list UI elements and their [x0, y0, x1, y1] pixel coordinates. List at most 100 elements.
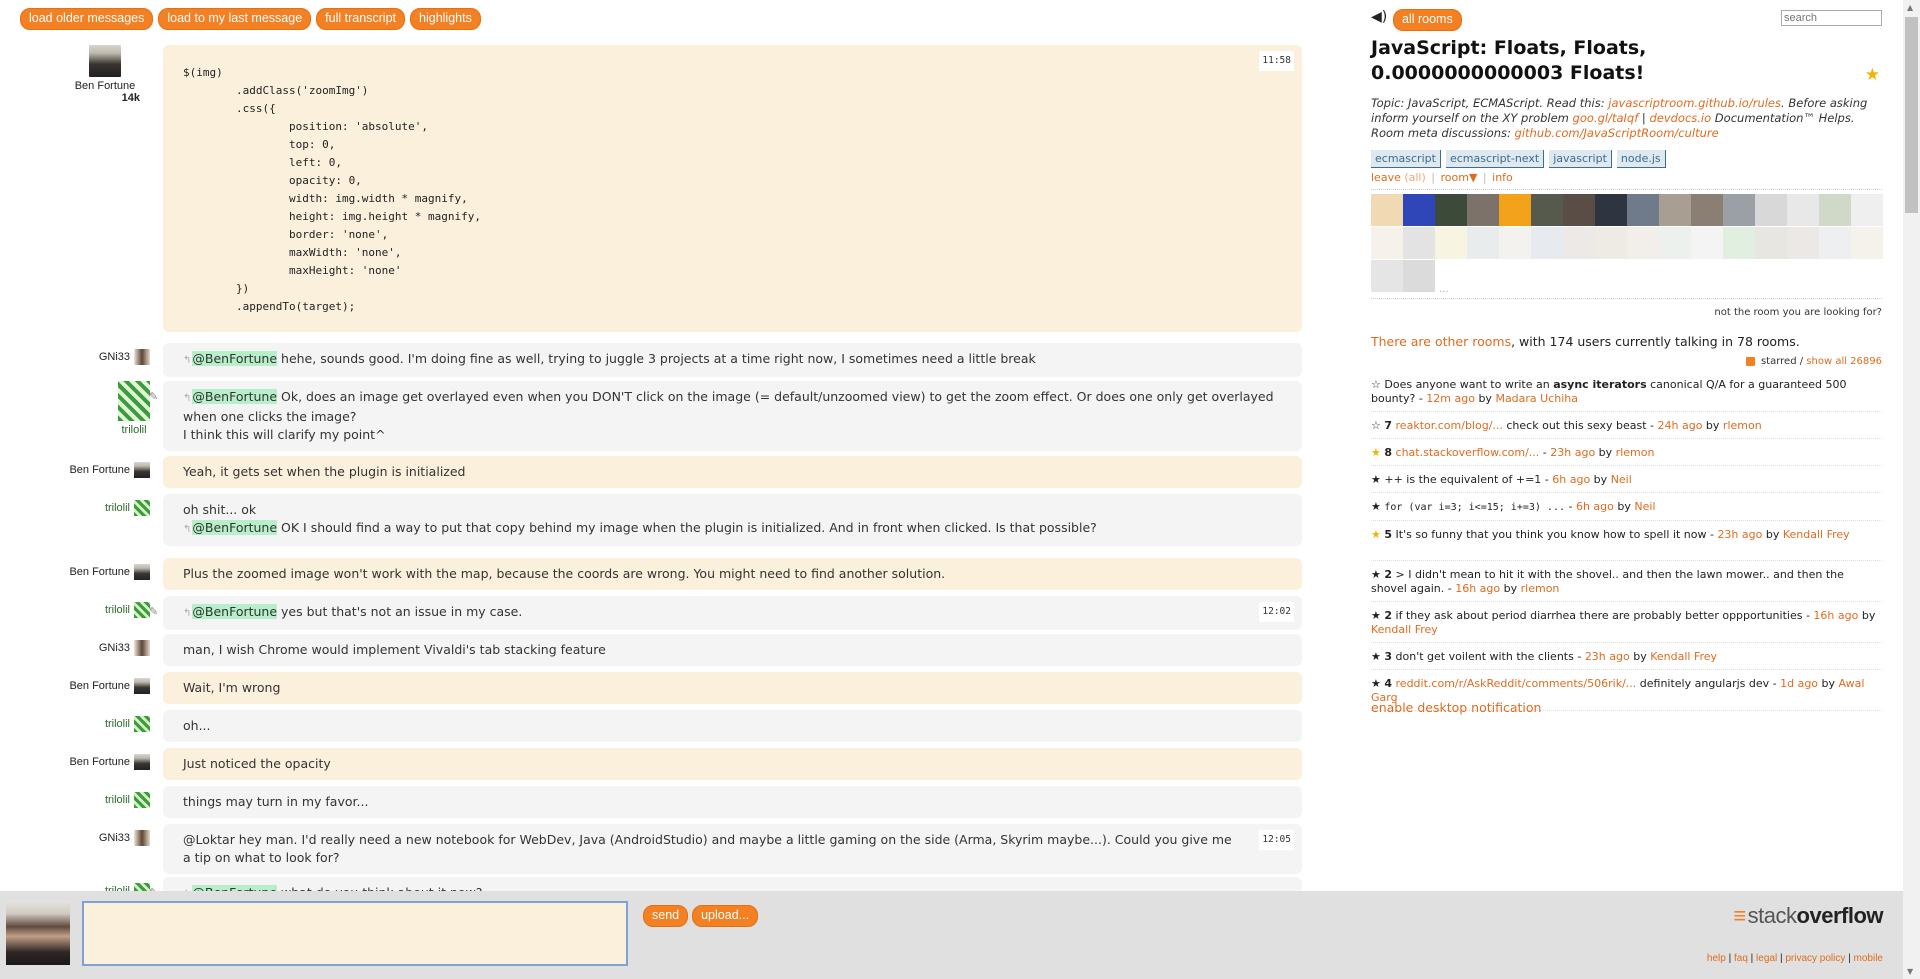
user-signature[interactable]: GNi33 [99, 640, 150, 656]
starred-time-link[interactable]: 1d ago [1780, 677, 1818, 690]
my-avatar[interactable] [6, 901, 70, 965]
room-user-avatar[interactable] [1531, 194, 1563, 226]
user-name[interactable]: trilolil [105, 794, 130, 806]
room-user-avatar[interactable] [1787, 194, 1819, 226]
starred-user-link[interactable]: Kendall Frey [1650, 650, 1717, 663]
starred-time-link[interactable]: 12m ago [1426, 392, 1475, 405]
user-avatar[interactable] [118, 381, 150, 421]
starred-time-link[interactable]: 6h ago [1576, 500, 1614, 513]
star-icon[interactable]: ★ [1371, 528, 1381, 541]
user-name[interactable]: trilolil [105, 718, 130, 730]
user-name[interactable]: Ben Fortune [69, 680, 130, 692]
legal-link[interactable]: legal [1756, 953, 1777, 964]
highlights-button[interactable]: highlights [410, 8, 481, 30]
user-signature[interactable]: trilolil [105, 792, 150, 808]
starred-link[interactable]: chat.stackoverflow.com/... [1396, 446, 1540, 459]
room-user-avatar[interactable] [1723, 227, 1755, 259]
user-avatar[interactable] [134, 754, 150, 770]
send-button[interactable]: send [643, 905, 689, 927]
starred-user-link[interactable]: rlemon [1723, 419, 1762, 432]
starred-user-link[interactable]: Neil [1634, 500, 1655, 513]
starred-time-link[interactable]: 23h ago [1550, 446, 1595, 459]
scroll-down-arrow-icon[interactable]: ▼ [1907, 967, 1913, 976]
room-user-avatar[interactable] [1627, 194, 1659, 226]
show-all-starred-link[interactable]: show all 26896 [1806, 356, 1882, 367]
stackoverflow-logo[interactable]: ≡stackoverflow [1733, 903, 1883, 929]
user-name[interactable]: trilolil [105, 502, 130, 514]
user-avatar[interactable] [134, 883, 150, 891]
star-icon[interactable]: ★ [1371, 650, 1381, 663]
starred-time-link[interactable]: 6h ago [1552, 473, 1590, 486]
user-name[interactable]: Ben Fortune [75, 80, 136, 92]
user-signature[interactable]: trilolil [105, 500, 150, 516]
starred-link[interactable]: reaktor.com/blog/... [1396, 419, 1503, 432]
topic-link-rules[interactable]: javascriptroom.github.io/rules [1608, 96, 1781, 110]
star-icon[interactable]: ☆ [1371, 378, 1381, 391]
help-link[interactable]: help [1707, 953, 1726, 964]
tag-javascript[interactable]: javascript [1549, 150, 1612, 168]
room-user-avatar[interactable] [1403, 227, 1435, 259]
edited-pencil-icon[interactable]: ✎ [149, 884, 158, 891]
user-avatar[interactable] [134, 792, 150, 808]
starred-time-link[interactable]: 16h ago [1455, 582, 1500, 595]
message-time[interactable]: 12:05 [1259, 830, 1294, 850]
user-signature[interactable]: trilolil [105, 716, 150, 732]
message-time[interactable]: 11:58 [1259, 51, 1294, 71]
star-icon[interactable]: ★ [1371, 568, 1381, 581]
user-name[interactable]: Ben Fortune [69, 464, 130, 476]
room-user-avatar[interactable] [1595, 227, 1627, 259]
room-user-avatar[interactable] [1851, 194, 1883, 226]
room-user-avatar[interactable] [1371, 227, 1403, 259]
star-icon[interactable]: ★ [1371, 473, 1381, 486]
starred-message[interactable]: ★ 3 don't get voilent with the clients -… [1371, 648, 1882, 670]
starred-user-link[interactable]: Neil [1611, 473, 1632, 486]
load-to-last-message-button[interactable]: load to my last message [158, 8, 312, 30]
starred-user-link[interactable]: Kendall Frey [1783, 528, 1850, 541]
user-avatar[interactable] [134, 349, 150, 365]
user-avatar[interactable] [134, 640, 150, 656]
upload-button[interactable]: upload... [692, 905, 759, 927]
room-user-avatar[interactable] [1691, 227, 1723, 259]
user-signature[interactable]: trilolil [105, 602, 150, 618]
user-signature[interactable]: trilolil [118, 381, 150, 436]
room-user-avatar[interactable] [1723, 194, 1755, 226]
room-user-avatar[interactable] [1659, 227, 1691, 259]
search-input[interactable] [1781, 10, 1882, 26]
room-user-avatar[interactable] [1563, 194, 1595, 226]
user-avatar[interactable] [89, 45, 121, 77]
user-avatar[interactable] [134, 602, 150, 618]
room-user-avatar[interactable] [1851, 227, 1883, 259]
room-user-avatar[interactable] [1435, 227, 1467, 259]
info-link[interactable]: info [1492, 171, 1513, 184]
message-time[interactable]: 12:02 [1259, 602, 1294, 622]
starred-link[interactable]: reddit.com/r/AskReddit/comments/506rik/.… [1396, 677, 1637, 690]
edited-pencil-icon[interactable]: ✎ [149, 603, 158, 621]
enable-desktop-notification-link[interactable]: enable desktop notification [1371, 700, 1541, 715]
room-user-avatar[interactable] [1403, 260, 1435, 292]
load-older-messages-button[interactable]: load older messages [20, 8, 154, 30]
all-rooms-button[interactable]: all rooms [1393, 9, 1462, 31]
room-user-avatar[interactable] [1371, 260, 1403, 292]
mention[interactable]: @BenFortune [192, 389, 278, 404]
more-users-link[interactable]: ... [1439, 284, 1449, 295]
user-avatar[interactable] [134, 716, 150, 732]
page-scrollbar[interactable]: ▲ ▼ [1903, 0, 1920, 979]
favorite-star-icon[interactable]: ★ [1865, 65, 1880, 85]
starred-message[interactable]: ☆ Does anyone want to write an async ite… [1371, 376, 1882, 412]
user-signature[interactable]: Ben Fortune [69, 462, 150, 478]
room-title[interactable]: JavaScript: Floats, Floats, 0.0000000000… [1371, 36, 1841, 86]
edited-pencil-icon[interactable]: ✎ [149, 388, 158, 406]
user-avatar[interactable] [134, 462, 150, 478]
room-user-avatar[interactable] [1627, 227, 1659, 259]
star-icon[interactable]: ★ [1371, 500, 1381, 513]
room-user-avatar[interactable] [1499, 194, 1531, 226]
reply-arrow-icon[interactable]: ↰ [183, 355, 191, 366]
room-user-avatar[interactable] [1467, 227, 1499, 259]
leave-all-link[interactable]: (all) [1404, 171, 1425, 184]
starred-message[interactable]: ★ 2 if they ask about period diarrhea th… [1371, 607, 1882, 643]
tag-ecmascript[interactable]: ecmascript [1371, 150, 1441, 168]
starred-message[interactable]: ★ 2 > I didn't mean to hit it with the s… [1371, 566, 1882, 602]
reply-arrow-icon[interactable]: ↰ [183, 393, 191, 404]
tag-ecmascript-next[interactable]: ecmascript-next [1445, 150, 1545, 168]
user-name[interactable]: Ben Fortune [69, 756, 130, 768]
